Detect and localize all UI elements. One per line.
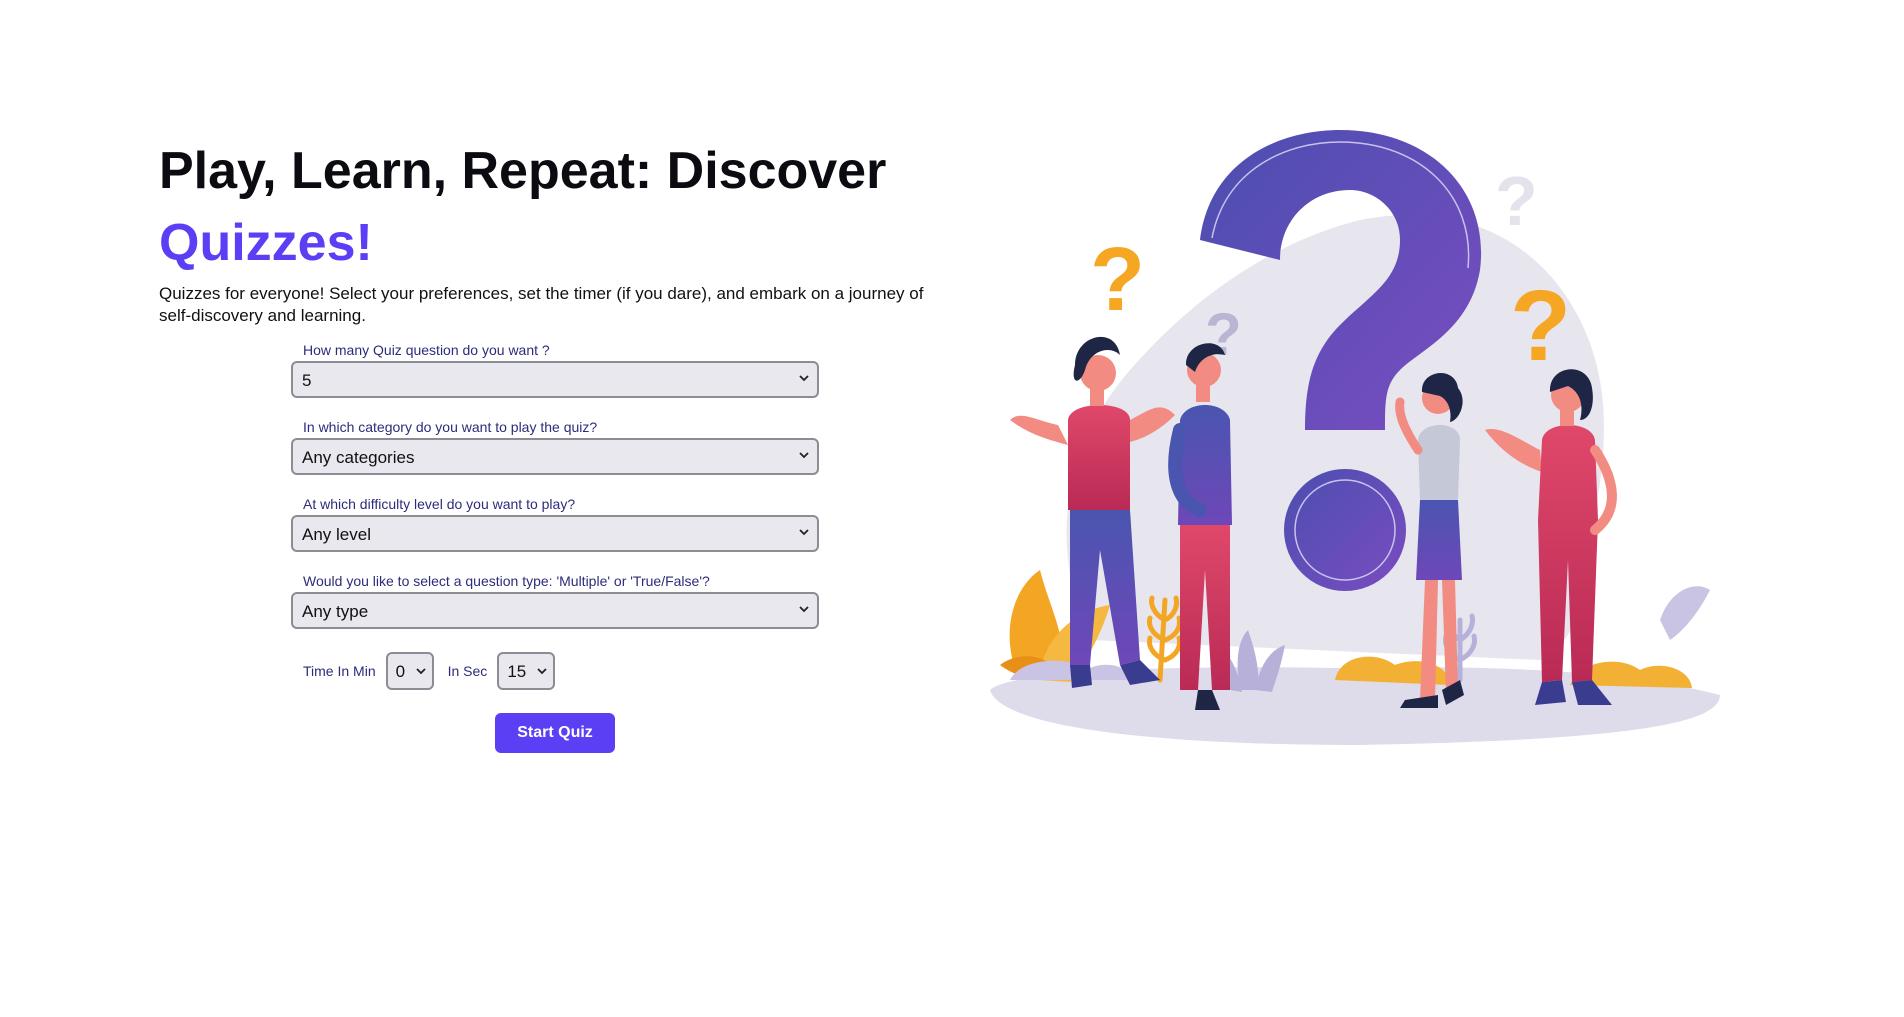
chevron-down-icon (799, 452, 809, 459)
question-type-label: Would you like to select a question type… (303, 573, 710, 589)
timer-min-label: Time In Min (303, 663, 376, 679)
start-quiz-button[interactable]: Start Quiz (495, 713, 615, 753)
page-title-accent: Quizzes! (159, 214, 373, 272)
svg-text:?: ? (1090, 230, 1145, 330)
chevron-down-icon (799, 375, 809, 382)
category-select[interactable]: Any categories (291, 438, 819, 475)
timer-min-value: 0 (395, 662, 406, 681)
category-field: In which category do you want to play th… (291, 419, 821, 475)
svg-text:?: ? (1495, 162, 1538, 240)
question-count-label: How many Quiz question do you want ? (303, 342, 550, 358)
difficulty-field: At which difficulty level do you want to… (291, 496, 821, 552)
quiz-setup-page: Play, Learn, Repeat: Discover Quizzes! Q… (0, 0, 1904, 1017)
timer-sec-select[interactable]: 15 (497, 652, 556, 690)
hero-section: Play, Learn, Repeat: Discover Quizzes! Q… (159, 135, 959, 327)
quiz-settings-form: How many Quiz question do you want ? 5 I… (291, 342, 821, 753)
chevron-down-icon (415, 668, 426, 675)
category-label: In which category do you want to play th… (303, 419, 598, 435)
category-value: Any categories (302, 448, 415, 467)
difficulty-label: At which difficulty level do you want to… (303, 496, 576, 512)
people-question-marks-illustration: ? ? ? ? (990, 130, 1720, 745)
chevron-down-icon (537, 668, 547, 675)
question-type-select[interactable]: Any type (291, 592, 819, 629)
question-type-field: Would you like to select a question type… (291, 573, 821, 629)
svg-text:?: ? (1510, 270, 1571, 382)
chevron-down-icon (799, 606, 809, 613)
timer-sec-value: 15 (507, 662, 527, 681)
intro-text: Quizzes for everyone! Select your prefer… (159, 284, 924, 325)
timer-sec-label: In Sec (447, 663, 488, 679)
question-type-value: Any type (302, 602, 369, 621)
page-title: Play, Learn, Repeat: Discover Quizzes! (159, 135, 959, 279)
question-count-value: 5 (302, 371, 312, 390)
question-count-select[interactable]: 5 (291, 361, 819, 398)
difficulty-value: Any level (302, 525, 371, 544)
page-title-main: Play, Learn, Repeat: Discover (159, 142, 887, 200)
question-count-field: How many Quiz question do you want ? 5 (291, 342, 821, 398)
timer-row: Time In Min 0 In Sec 15 (291, 651, 821, 691)
chevron-down-icon (799, 529, 809, 536)
timer-min-select[interactable]: 0 (385, 652, 434, 690)
difficulty-select[interactable]: Any level (291, 515, 819, 552)
